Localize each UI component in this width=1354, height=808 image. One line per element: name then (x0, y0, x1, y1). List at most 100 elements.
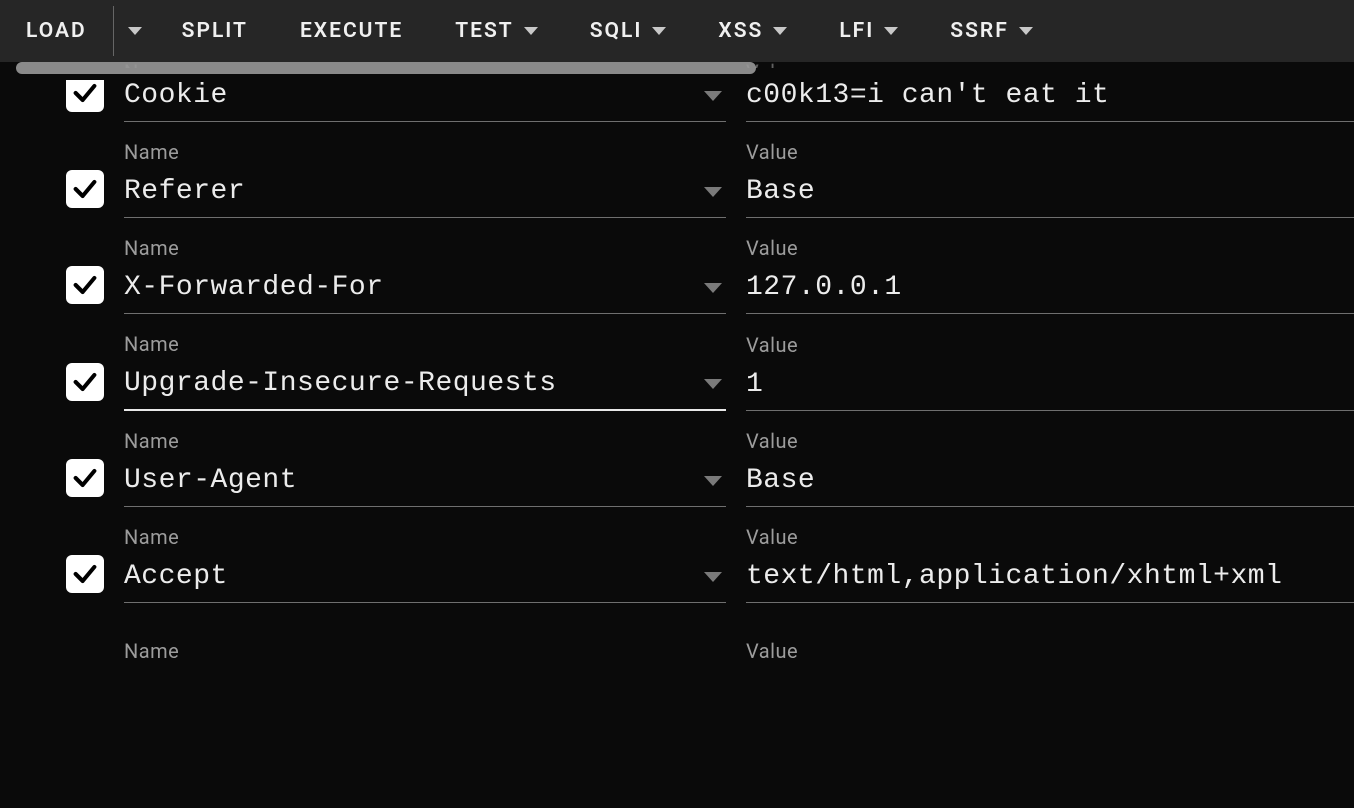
name-label: Name (124, 429, 726, 453)
header-value-text: 1 (746, 369, 1350, 400)
check-icon (71, 560, 99, 588)
name-label: Name (124, 525, 726, 549)
chevron-down-icon[interactable] (704, 283, 722, 293)
header-row: Name X-Forwarded-For Value 127.0.0.1 (66, 236, 1354, 314)
header-name-text: Referer (124, 176, 694, 207)
header-name-text: User-Agent (124, 465, 694, 496)
header-value-field: Value Base (746, 140, 1354, 218)
caret-down-icon (652, 27, 666, 35)
caret-down-icon (773, 27, 787, 35)
sqli-label: SQLI (590, 19, 643, 43)
name-label: Name (124, 140, 726, 164)
header-value-text: text/html,application/xhtml+xml (746, 561, 1350, 592)
check-icon (71, 464, 99, 492)
header-name-text: Cookie (124, 80, 694, 111)
split-label: SPLIT (182, 19, 248, 43)
header-enabled-checkbox[interactable] (66, 459, 104, 497)
header-enabled-checkbox[interactable] (66, 170, 104, 208)
header-name-field: Name (124, 639, 726, 669)
chevron-down-icon[interactable] (704, 187, 722, 197)
name-label: Name (124, 332, 726, 356)
header-value-field: Value text/html,application/xhtml+xml (746, 525, 1354, 603)
name-label: Name (124, 639, 726, 663)
sqli-menu[interactable]: SQLI (564, 0, 693, 62)
header-name-input[interactable]: Upgrade-Insecure-Requests (124, 362, 726, 411)
toolbar: LOAD SPLIT EXECUTE TEST SQLI XSS LFI SSR… (0, 0, 1354, 62)
load-label: LOAD (26, 19, 87, 43)
header-row: Name Cookie Value c00k13=i can't eat it (66, 74, 1354, 122)
chevron-down-icon[interactable] (704, 91, 722, 101)
header-value-field: Value 127.0.0.1 (746, 236, 1354, 314)
header-value-field: Value 1 (746, 333, 1354, 411)
header-enabled-checkbox[interactable] (66, 363, 104, 401)
header-row: Name Referer Value Base (66, 140, 1354, 218)
header-value-input[interactable]: 127.0.0.1 (746, 266, 1354, 314)
header-name-field: Name Upgrade-Insecure-Requests (124, 332, 726, 411)
header-row: Name User-Agent Value Base (66, 429, 1354, 507)
execute-button[interactable]: EXECUTE (274, 0, 429, 62)
value-label: Value (746, 140, 1354, 164)
header-name-field: Name Cookie (124, 74, 726, 122)
check-icon (71, 175, 99, 203)
header-value-input[interactable]: Base (746, 459, 1354, 507)
check-icon (71, 368, 99, 396)
caret-down-icon (884, 27, 898, 35)
header-value-field: Value Base (746, 429, 1354, 507)
xss-menu[interactable]: XSS (692, 0, 813, 62)
header-value-text: Base (746, 465, 1350, 496)
test-menu[interactable]: TEST (429, 0, 563, 62)
ssrf-label: SSRF (950, 19, 1009, 43)
header-name-field: Name User-Agent (124, 429, 726, 507)
header-row: Name Upgrade-Insecure-Requests Value 1 (66, 332, 1354, 411)
header-name-input[interactable]: Accept (124, 555, 726, 603)
header-value-input[interactable]: 1 (746, 363, 1354, 411)
header-row: Name Accept Value text/html,application/… (66, 525, 1354, 603)
header-name-field: Name Referer (124, 140, 726, 218)
chevron-down-icon[interactable] (704, 476, 722, 486)
header-value-input[interactable]: text/html,application/xhtml+xml (746, 555, 1354, 603)
header-enabled-checkbox[interactable] (66, 555, 104, 593)
caret-down-icon (1019, 27, 1033, 35)
headers-panel: Name Cookie Value c00k13=i can't eat it … (0, 74, 1354, 669)
lfi-menu[interactable]: LFI (813, 0, 924, 62)
execute-label: EXECUTE (300, 19, 403, 43)
header-name-text: Upgrade-Insecure-Requests (124, 368, 694, 399)
header-value-input[interactable]: c00k13=i can't eat it (746, 74, 1354, 122)
header-name-input[interactable]: Referer (124, 170, 726, 218)
value-label: Value (746, 333, 1354, 357)
caret-down-icon (524, 27, 538, 35)
load-dropdown-button[interactable] (114, 0, 156, 62)
chevron-down-icon[interactable] (704, 572, 722, 582)
ssrf-menu[interactable]: SSRF (924, 0, 1059, 62)
header-enabled-checkbox[interactable] (66, 266, 104, 304)
header-name-input[interactable]: X-Forwarded-For (124, 266, 726, 314)
chevron-down-icon[interactable] (704, 379, 722, 389)
header-name-field: Name X-Forwarded-For (124, 236, 726, 314)
caret-down-icon (128, 27, 142, 35)
header-name-field: Name Accept (124, 525, 726, 603)
value-label: Value (746, 236, 1354, 260)
header-value-text: c00k13=i can't eat it (746, 80, 1350, 111)
header-value-field: Value (746, 639, 1354, 669)
xss-label: XSS (718, 19, 763, 43)
name-label: Name (124, 60, 726, 68)
value-label: Value (746, 429, 1354, 453)
test-label: TEST (455, 19, 513, 43)
load-button[interactable]: LOAD (0, 0, 113, 62)
value-label: Value (746, 639, 1354, 663)
header-name-input[interactable]: Cookie (124, 74, 726, 122)
check-icon (71, 79, 99, 107)
header-row: Name Value (66, 621, 1354, 669)
split-button[interactable]: SPLIT (156, 0, 274, 62)
header-name-text: X-Forwarded-For (124, 272, 694, 303)
value-label: Value (746, 60, 1354, 68)
header-name-text: Accept (124, 561, 694, 592)
check-icon (71, 271, 99, 299)
header-value-input[interactable]: Base (746, 170, 1354, 218)
lfi-label: LFI (839, 19, 874, 43)
header-value-text: Base (746, 176, 1350, 207)
header-name-input[interactable]: User-Agent (124, 459, 726, 507)
header-value-text: 127.0.0.1 (746, 272, 1350, 303)
name-label: Name (124, 236, 726, 260)
header-value-field: Value c00k13=i can't eat it (746, 74, 1354, 122)
